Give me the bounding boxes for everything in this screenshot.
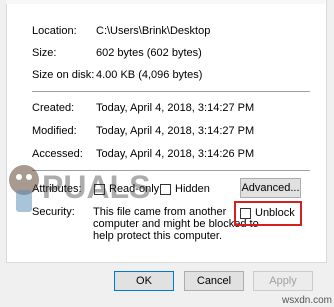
created-value: Today, April 4, 2018, 3:14:27 PM xyxy=(96,102,255,114)
watermark-text: PUALS xyxy=(42,169,150,205)
apply-button[interactable]: Apply xyxy=(253,271,313,291)
site-watermark: wsxdn.com xyxy=(281,295,332,306)
appuals-watermark-logo: PUALS xyxy=(9,165,150,212)
hidden-label: Hidden xyxy=(175,183,210,195)
size-label: Size: xyxy=(32,47,57,59)
panel-top-edge xyxy=(6,0,325,4)
size-on-disk-label: Size on disk: xyxy=(32,69,95,81)
location-label: Location: xyxy=(32,25,77,37)
created-label: Created: xyxy=(32,102,75,114)
location-value: C:\Users\Brink\Desktop xyxy=(96,25,211,37)
size-on-disk-value: 4.00 KB (4,096 bytes) xyxy=(96,69,203,81)
size-value: 602 bytes (602 bytes) xyxy=(96,47,202,59)
modified-value: Today, April 4, 2018, 3:14:27 PM xyxy=(96,125,255,137)
security-message-line3: help protect this computer. xyxy=(93,230,223,242)
separator-1 xyxy=(32,91,310,92)
advanced-button[interactable]: Advanced... xyxy=(240,178,301,198)
cancel-button[interactable]: Cancel xyxy=(184,271,244,291)
modified-label: Modified: xyxy=(32,125,77,137)
unblock-highlight-box xyxy=(234,201,302,226)
hidden-checkbox[interactable] xyxy=(160,184,171,195)
ok-button[interactable]: OK xyxy=(114,271,174,291)
